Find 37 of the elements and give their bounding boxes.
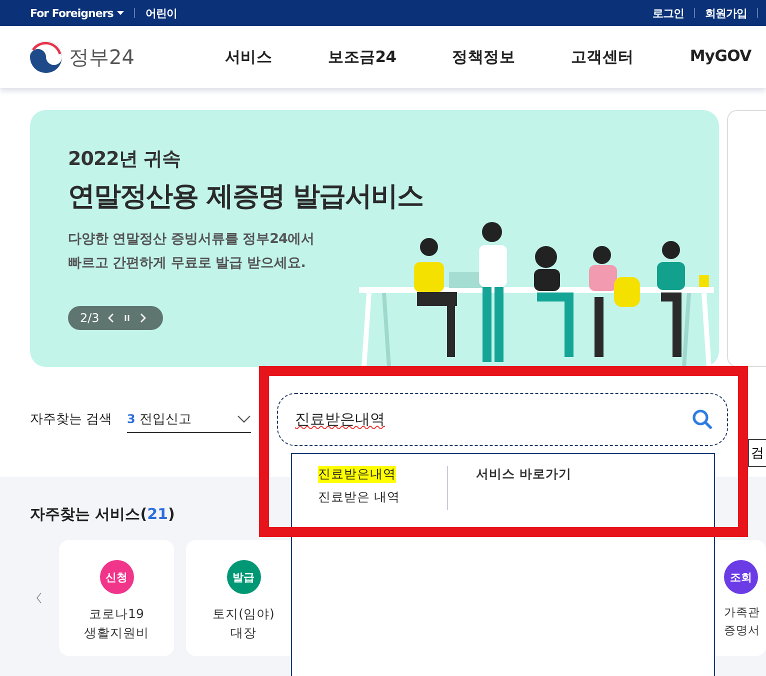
shortcut-heading: 서비스 바로가기 bbox=[476, 466, 572, 483]
nav-link[interactable]: 보조금24 bbox=[328, 46, 396, 68]
top-link[interactable]: 회원가입 bbox=[705, 6, 747, 20]
taegeuk-logo-icon[interactable] bbox=[29, 40, 63, 74]
service-card[interactable]: 신청 코로나19 생활지원비 bbox=[59, 540, 174, 656]
popular-search-label: 자주찾는 검색 bbox=[30, 411, 114, 428]
search-icon[interactable] bbox=[692, 409, 712, 429]
slide-counter: 2/3 bbox=[80, 311, 100, 325]
search-field[interactable]: 진료받은내역 bbox=[277, 393, 728, 446]
category-badge: 신청 bbox=[100, 560, 134, 594]
service-name: 가족관 증명서 bbox=[724, 604, 760, 639]
top-link[interactable]: 어린이 bbox=[145, 6, 177, 20]
category-badge: 조회 bbox=[724, 560, 758, 594]
search-button[interactable]: 검 bbox=[748, 439, 766, 467]
popular-search-dropdown[interactable]: 3 전입신고 bbox=[127, 406, 251, 433]
banner-description: 빠르고 간편하게 무료로 발급 받으세요. bbox=[68, 254, 306, 272]
suggestion-item[interactable]: 진료받은내역 bbox=[318, 466, 396, 483]
top-link[interactable]: 로그인 bbox=[652, 6, 684, 20]
banner-subtitle: 2022년 귀속 bbox=[68, 147, 182, 172]
category-badge: 발급 bbox=[226, 560, 260, 594]
banner-title: 연말정산용 제증명 발급서비스 bbox=[68, 180, 424, 214]
service-name: 코로나19 생활지원비 bbox=[84, 605, 149, 642]
nav-link[interactable]: 정책정보 bbox=[452, 46, 515, 68]
chevron-down-icon[interactable] bbox=[237, 415, 251, 423]
previous-icon[interactable] bbox=[107, 313, 116, 323]
nav-link[interactable]: MyGOV bbox=[690, 46, 752, 68]
service-name: 토지(임야) 대장 bbox=[212, 605, 274, 642]
nav-link[interactable]: 서비스 bbox=[225, 46, 272, 68]
banner-description: 다양한 연말정산 증빙서류를 정부24에서 bbox=[68, 230, 316, 248]
next-icon[interactable] bbox=[139, 313, 148, 323]
pause-icon[interactable] bbox=[123, 313, 132, 323]
nav-link[interactable]: 고객센터 bbox=[571, 46, 634, 68]
suggestion-item[interactable]: 진료받은 내역 bbox=[318, 489, 400, 506]
section-title: 자주찾는 서비스(21) bbox=[30, 505, 176, 524]
logo-text[interactable]: 정부24 bbox=[69, 44, 134, 70]
language-dropdown[interactable]: For Foreigners bbox=[30, 6, 124, 20]
caret-icon[interactable] bbox=[117, 11, 124, 15]
